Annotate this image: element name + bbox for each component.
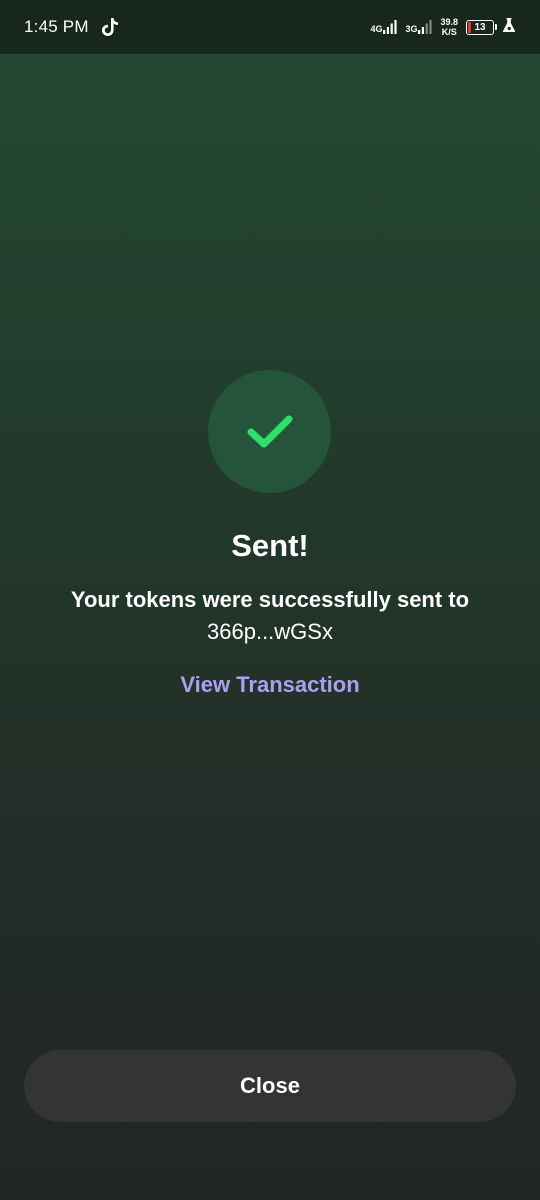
network-label-2: 3G (405, 24, 418, 34)
recipient-address: 366p...wGSx (207, 619, 333, 644)
battery-icon: 13 (466, 19, 497, 35)
success-badge (208, 370, 331, 493)
signal-1-icon: 4G (370, 20, 398, 34)
tiktok-icon (101, 17, 119, 37)
check-icon (247, 415, 292, 447)
close-button[interactable]: Close (24, 1050, 516, 1122)
network-label-1: 4G (370, 24, 383, 34)
speed-unit: K/S (441, 27, 457, 37)
speed-value: 39.8 (440, 17, 458, 27)
battery-level: 13 (474, 21, 486, 33)
flask-icon (502, 17, 516, 38)
network-speed: 39.8 K/S (440, 17, 458, 37)
signal-2-icon: 3G (405, 20, 433, 34)
status-bar: 1:45 PM 4G 3G 39.8 K/S 13 (0, 0, 540, 54)
page-title: Sent! (231, 528, 309, 563)
success-screen: Sent! Your tokens were successfully sent… (0, 54, 540, 1200)
status-time: 1:45 PM (24, 17, 89, 36)
success-message: Your tokens were successfully sent to 36… (40, 584, 500, 648)
view-transaction-link[interactable]: View Transaction (0, 672, 540, 698)
battery-fill (468, 21, 471, 33)
status-icons: 4G 3G 39.8 K/S 13 (370, 17, 516, 38)
success-message-text: Your tokens were successfully sent to (70, 587, 470, 612)
